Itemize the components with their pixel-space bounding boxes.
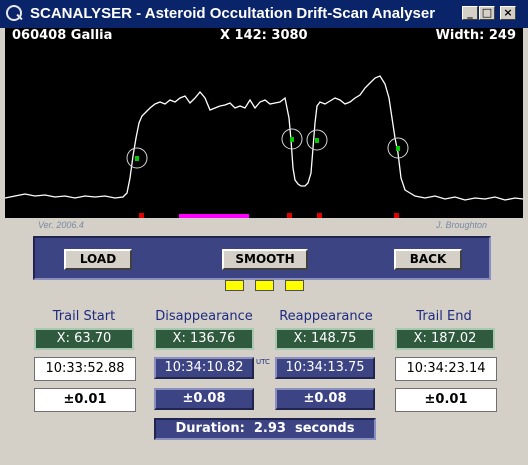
trail-start-error[interactable]: ±0.01	[34, 388, 136, 412]
light-curve-graph	[5, 75, 523, 218]
disappearance-header: Disappearance	[155, 309, 253, 324]
maximize-button[interactable]: □	[479, 6, 495, 20]
trail-end-marker-dot	[396, 146, 400, 151]
reappearance-header: Reappearance	[279, 309, 373, 324]
trail-start-time[interactable]: 10:33:52.88	[34, 357, 136, 381]
duration-readout: Duration: 2.93 seconds	[154, 418, 376, 440]
light-curve-trace	[5, 75, 523, 201]
trail-end-tick	[394, 213, 399, 218]
smooth-indicator-1	[225, 280, 244, 291]
trail-end-time[interactable]: 10:34:23.14	[395, 357, 497, 381]
reappearance-marker-dot	[315, 138, 319, 143]
disappearance-tick	[287, 213, 292, 218]
disappearance-error: ±0.08	[154, 388, 254, 410]
load-button[interactable]: LOAD	[64, 249, 132, 270]
smooth-button[interactable]: SMOOTH	[222, 249, 308, 270]
trail-start-x: X: 63.70	[34, 328, 134, 350]
version-label: Ver. 2006.4	[38, 220, 84, 230]
occultation-bar	[179, 214, 249, 218]
window-title: SCANALYSER - Asteroid Occultation Drift-…	[30, 5, 436, 22]
trail-end-error[interactable]: ±0.01	[395, 388, 497, 412]
app-icon	[6, 5, 22, 21]
reappearance-x: X: 148.75	[275, 328, 375, 350]
trail-end-header: Trail End	[416, 309, 472, 324]
utc-label: UTC	[256, 358, 270, 366]
trail-start-header: Trail Start	[52, 309, 116, 324]
toolbar: LOAD SMOOTH BACK	[33, 236, 491, 280]
reappearance-time: 10:34:13.75	[275, 357, 375, 379]
trail-start-tick	[139, 213, 144, 218]
close-button[interactable]: ×	[500, 6, 516, 20]
disappearance-time: 10:34:10.82	[154, 357, 254, 379]
reappearance-error: ±0.08	[275, 388, 375, 410]
trail-start-marker-dot	[135, 156, 139, 161]
trail-end-x: X: 187.02	[395, 328, 495, 350]
disappearance-x: X: 136.76	[154, 328, 254, 350]
disappearance-marker-dot	[290, 137, 294, 142]
smooth-indicator-3	[285, 280, 304, 291]
smooth-indicator-2	[255, 280, 274, 291]
title-bar: SCANALYSER - Asteroid Occultation Drift-…	[0, 0, 528, 28]
back-button[interactable]: BACK	[394, 249, 462, 270]
author-label: J. Broughton	[436, 220, 488, 230]
light-curve-plot[interactable]: 060408 Gallia X 142: 3080 Width: 249	[5, 28, 523, 218]
minimize-button[interactable]: _	[462, 6, 478, 20]
reappearance-tick	[317, 213, 322, 218]
